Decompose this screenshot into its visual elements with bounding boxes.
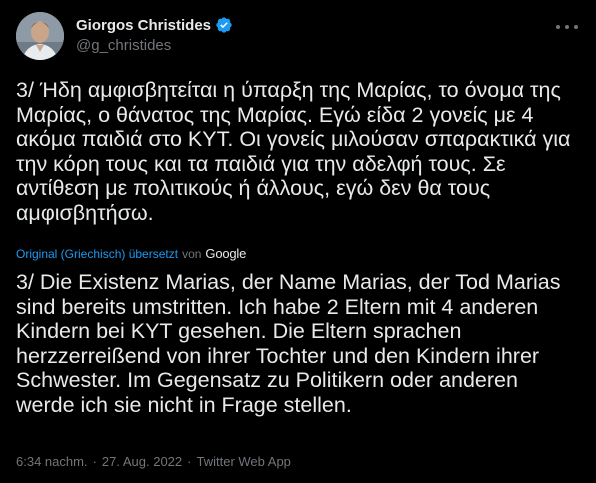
tweet-source[interactable]: Twitter Web App xyxy=(196,454,290,469)
meta-separator-2: · xyxy=(187,454,192,469)
handle[interactable]: @g_christides xyxy=(76,37,233,54)
tweet-header: Giorgos Christides @g_christides xyxy=(16,12,580,62)
translation-by-label: von xyxy=(182,246,202,261)
tweet-meta: 6:34 nachm. · 27. Aug. 2022 · Twitter We… xyxy=(16,454,291,469)
tweet-text-original: 3/ Ήδη αμφισβητείται η ύπαρξη της Μαρίας… xyxy=(16,78,571,225)
verified-badge-icon xyxy=(215,16,233,34)
tweet-text-translated: 3/ Die Existenz Marias, der Name Marias,… xyxy=(16,270,561,417)
meta-separator: · xyxy=(92,454,97,469)
translation-note: Original (Griechisch) übersetzt von Goog… xyxy=(16,246,246,261)
display-name-row: Giorgos Christides xyxy=(76,15,233,35)
more-options-icon[interactable] xyxy=(556,18,578,36)
avatar[interactable] xyxy=(16,12,64,60)
tweet-time[interactable]: 6:34 nachm. xyxy=(16,454,88,469)
tweet-date[interactable]: 27. Aug. 2022 xyxy=(102,454,182,469)
translation-link[interactable]: Original (Griechisch) übersetzt xyxy=(16,247,178,261)
google-logo: Google xyxy=(205,246,247,261)
avatar-photo xyxy=(16,12,64,60)
user-block[interactable]: Giorgos Christides @g_christides xyxy=(76,15,233,54)
display-name[interactable]: Giorgos Christides xyxy=(76,17,211,34)
